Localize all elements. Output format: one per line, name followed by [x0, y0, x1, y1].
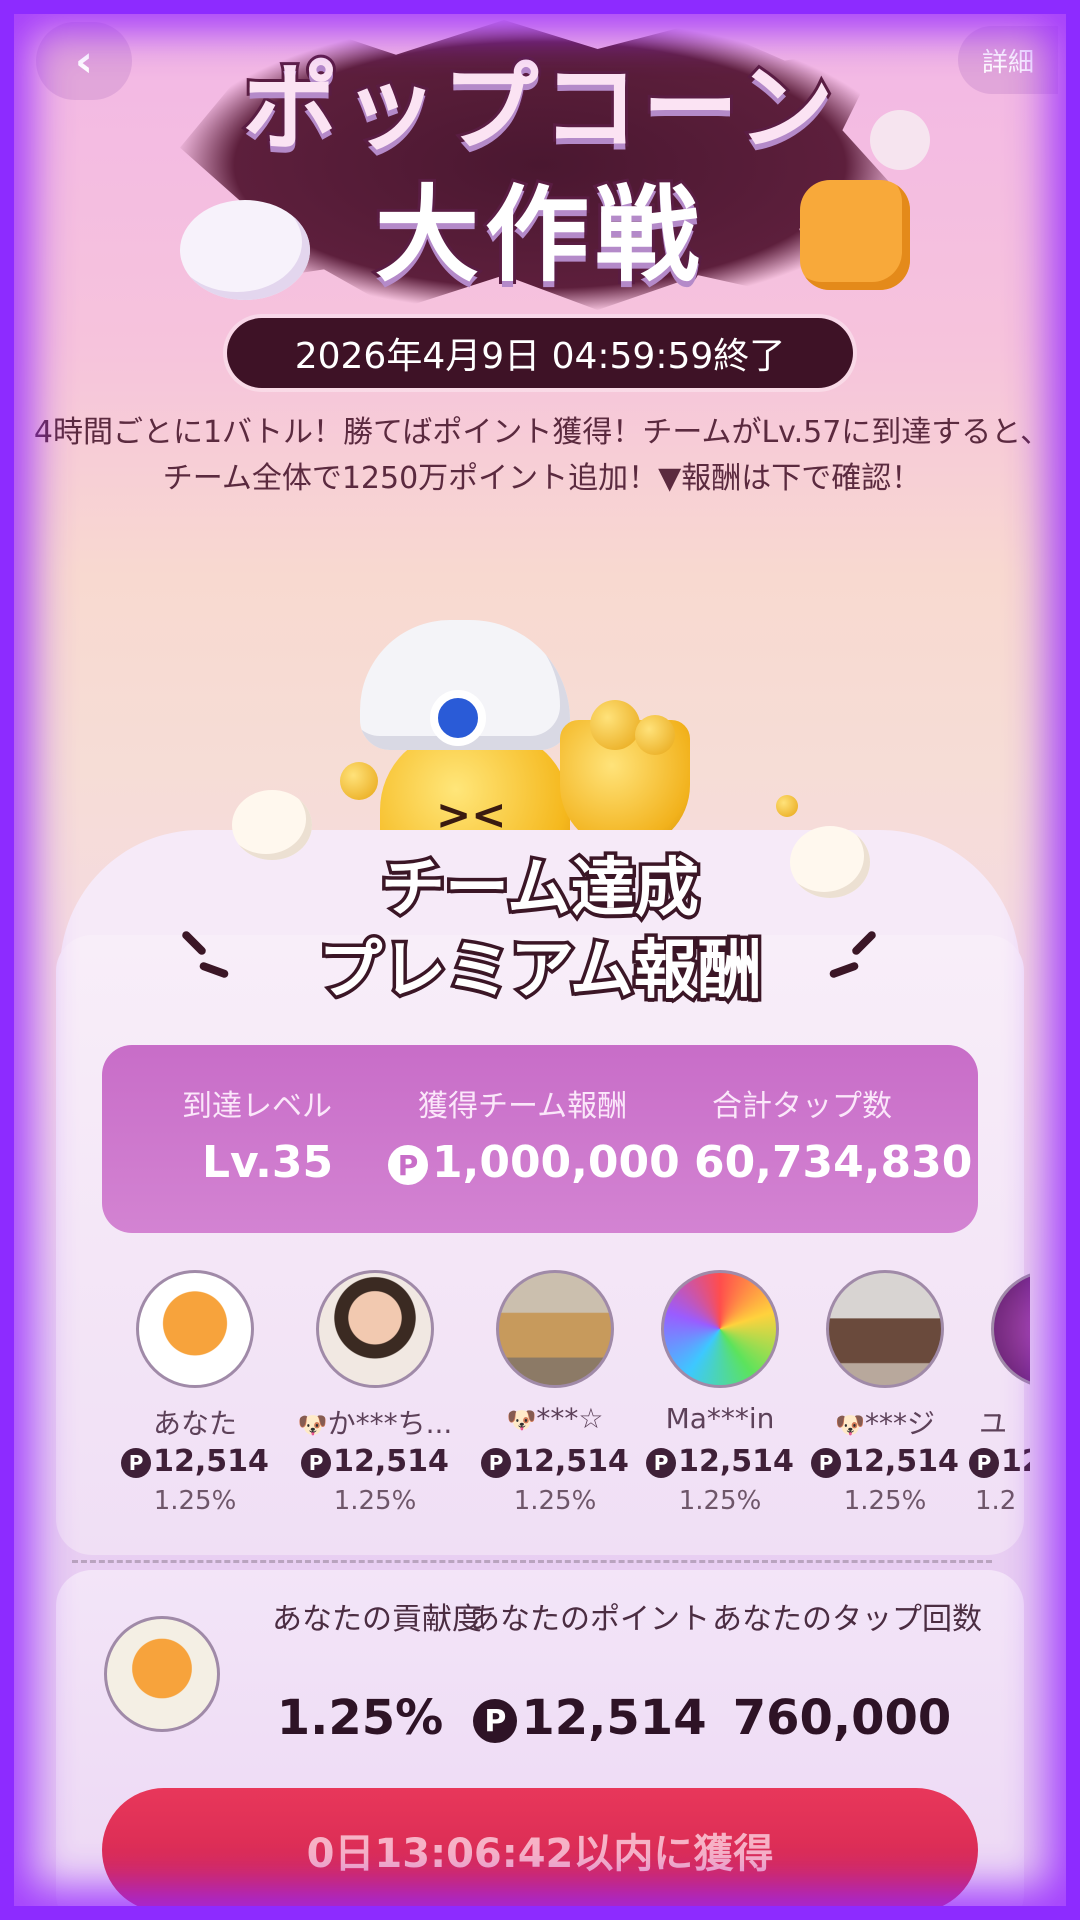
- member-item[interactable]: あなた P 12,514 1.25%: [110, 1268, 280, 1528]
- team-reward-value: P 1,000,000: [388, 1137, 680, 1188]
- member-percent: 1.25%: [678, 1486, 762, 1516]
- member-points: P 12,514: [290, 1444, 460, 1479]
- member-points: P 12,514: [470, 1444, 640, 1479]
- point-coin-icon: P: [811, 1447, 842, 1478]
- point-coin-icon: P: [473, 1699, 518, 1743]
- member-name: あなた: [152, 1407, 237, 1440]
- claim-button-label: 0日13:06:42以内に獲得: [306, 1831, 774, 1877]
- team-stats-box: 到達レベル Lv.35 獲得チーム報酬 P 1,000,000 合計タップ数 60…: [102, 1045, 978, 1233]
- point-coin-icon: P: [969, 1447, 999, 1478]
- chef-hat-icon: [360, 620, 570, 750]
- point-coin-icon: P: [646, 1447, 677, 1478]
- member-item[interactable]: ユ P12 1.2: [965, 1268, 1030, 1528]
- point-coin-icon: P: [121, 1447, 152, 1478]
- avatar: [826, 1270, 944, 1388]
- point-coin-icon: P: [388, 1145, 428, 1185]
- team-reward-label: 獲得チーム報酬: [418, 1089, 628, 1124]
- detail-button[interactable]: 詳細: [958, 26, 1058, 94]
- event-screen: ‹ 詳細 ポップコーン 大作戦 2026年4月9日 04:59:59終了 4時間…: [0, 0, 1080, 1920]
- avatar: [991, 1270, 1030, 1388]
- avatar: [136, 1270, 254, 1388]
- member-item[interactable]: 🐶***ジ P 12,514 1.25%: [800, 1268, 970, 1528]
- section-divider: [72, 1560, 992, 1563]
- level-label: 到達レベル: [182, 1089, 332, 1124]
- dog-icon: 🐶: [506, 1406, 537, 1434]
- contribution-value: 1.25%: [276, 1690, 444, 1746]
- reward-title-line2: プレミアム報酬: [315, 931, 766, 1012]
- claim-button[interactable]: 0日13:06:42以内に獲得: [102, 1788, 978, 1912]
- member-points: P12: [965, 1444, 1030, 1479]
- member-points: P 12,514: [800, 1444, 970, 1479]
- member-percent: 1.25%: [843, 1486, 927, 1516]
- coin-icon: [635, 715, 675, 755]
- dog-icon: 🐶: [835, 1411, 865, 1439]
- member-name: Ma***in: [665, 1402, 775, 1435]
- member-name: 🐶***☆: [506, 1402, 604, 1435]
- member-points: P 12,514: [110, 1444, 280, 1479]
- member-percent: 1.25%: [513, 1486, 597, 1516]
- reward-title-line1: チーム達成: [377, 849, 702, 930]
- toast-character-icon: [800, 180, 910, 290]
- member-name: 🐶***ジ: [835, 1407, 935, 1440]
- contribution-label: あなたの貢献度: [272, 1602, 482, 1637]
- hat-badge-icon: [430, 690, 486, 746]
- my-taps-value: 760,000: [732, 1690, 952, 1746]
- coin-icon: [590, 700, 640, 750]
- end-date-text: 2026年4月9日 04:59:59終了: [294, 336, 786, 377]
- member-percent: 1.25%: [333, 1486, 417, 1516]
- point-coin-icon: P: [301, 1447, 332, 1478]
- member-percent: 1.2: [975, 1486, 1017, 1516]
- member-item[interactable]: Ma***in P 12,514 1.25%: [635, 1268, 805, 1528]
- avatar: [104, 1616, 220, 1732]
- chevron-left-icon: ‹: [74, 35, 94, 87]
- point-coin-icon: P: [481, 1447, 512, 1478]
- member-item[interactable]: 🐶***☆ P 12,514 1.25%: [470, 1268, 640, 1528]
- detail-label: 詳細: [981, 47, 1034, 78]
- back-button[interactable]: ‹: [36, 22, 132, 100]
- team-members-list[interactable]: あなた P 12,514 1.25% 🐶か***ち... P 12,514 1.25…: [110, 1268, 1030, 1528]
- my-points-label: あなたのポイント: [470, 1602, 710, 1637]
- coin-icon: [776, 795, 798, 817]
- total-taps-label: 合計タップ数: [712, 1089, 892, 1124]
- dog-icon: 🐶: [297, 1411, 328, 1439]
- level-value: Lv.35: [202, 1137, 334, 1188]
- member-item[interactable]: 🐶か***ち... P 12,514 1.25%: [290, 1268, 460, 1528]
- my-points-value: P 12,514: [460, 1690, 720, 1746]
- team-reward-amount: 1,000,000: [432, 1137, 680, 1188]
- my-taps-label: あなたのタップ回数: [712, 1602, 982, 1637]
- member-points: P 12,514: [635, 1444, 805, 1479]
- coin-icon: [340, 762, 378, 800]
- avatar: [661, 1270, 779, 1388]
- event-end-date: 2026年4月9日 04:59:59終了: [227, 318, 853, 388]
- avatar: [316, 1270, 434, 1388]
- avatar: [496, 1270, 614, 1388]
- bunny-character-icon: [180, 200, 310, 300]
- event-description: 4時間ごとに1バトル！勝てばポイント獲得！チームがLv.57に到達すると、チーム…: [33, 415, 1051, 496]
- reward-title: チーム達成 プレミアム報酬: [180, 848, 900, 1012]
- member-percent: 1.25%: [153, 1486, 237, 1516]
- member-name: 🐶か***ち...: [297, 1407, 453, 1440]
- total-taps-value: 60,734,830: [694, 1137, 973, 1188]
- event-title-line1: ポップコーン: [239, 49, 838, 167]
- flower-icon: [870, 110, 930, 170]
- member-name: ユ: [979, 1407, 1008, 1440]
